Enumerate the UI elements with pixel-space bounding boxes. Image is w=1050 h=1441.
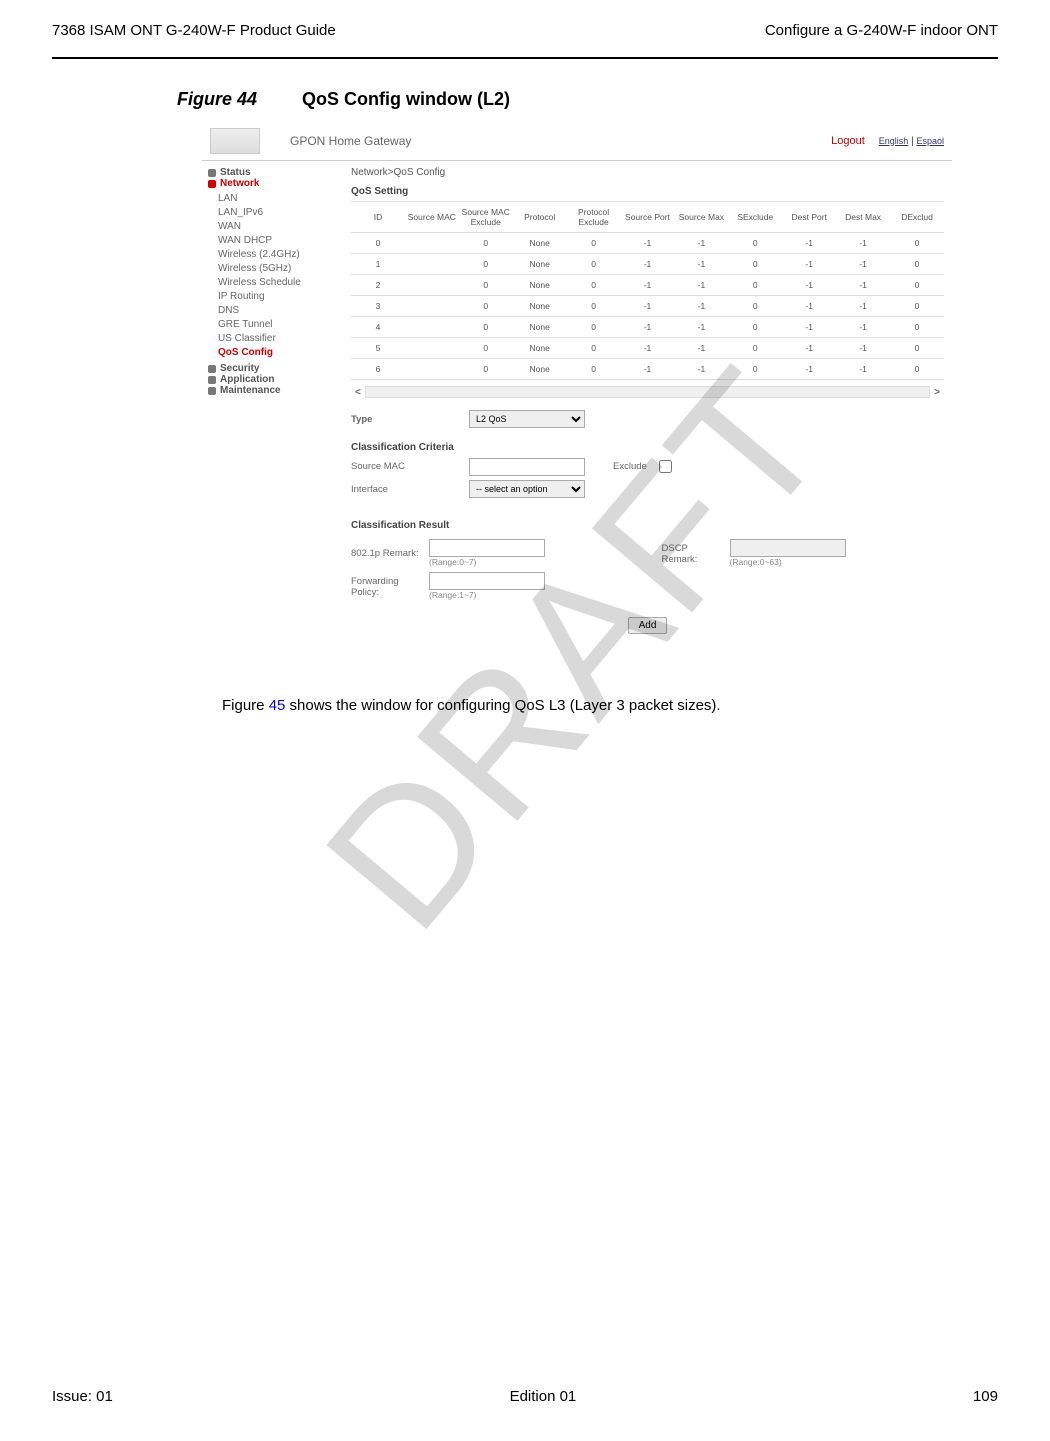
- footer-page-number: 109: [973, 1388, 998, 1405]
- nav-application[interactable]: Application: [208, 374, 343, 385]
- nav-qos-config[interactable]: QoS Config: [218, 345, 343, 359]
- source-mac-label: Source MAC: [351, 461, 461, 472]
- type-select[interactable]: L2 QoS: [469, 410, 585, 428]
- doc-header-left: 7368 ISAM ONT G-240W-F Product Guide: [52, 22, 336, 39]
- forwarding-policy-label: Forwarding Policy:: [351, 576, 421, 598]
- footer-issue: Issue: 01: [52, 1388, 113, 1405]
- dscp-remark-label: DSCP Remark:: [662, 543, 722, 565]
- type-label: Type: [351, 414, 461, 425]
- figure-caption: Figure 44 QoS Config window (L2): [177, 89, 998, 110]
- table-row[interactable]: 50None0-1-10-1-10: [351, 338, 944, 359]
- table-row[interactable]: 30None0-1-10-1-10: [351, 296, 944, 317]
- nav-network[interactable]: Network: [208, 178, 343, 189]
- scroll-track[interactable]: [365, 386, 930, 398]
- logout-link[interactable]: Logout: [831, 135, 865, 147]
- sidebar-nav: Status Network LAN LAN_IPv6 WAN WAN DHCP…: [202, 161, 343, 652]
- gear-icon: [208, 180, 216, 188]
- table-row[interactable]: 20None0-1-10-1-10: [351, 275, 944, 296]
- 8021p-range: (Range:0~7): [429, 557, 477, 567]
- scroll-right-button[interactable]: >: [930, 387, 944, 398]
- nav-wireless-5[interactable]: Wireless (5GHz): [218, 261, 343, 275]
- fp-range: (Range:1~7): [429, 590, 477, 600]
- doc-header-right: Configure a G-240W-F indoor ONT: [765, 22, 998, 39]
- interface-label: Interface: [351, 484, 461, 495]
- table-hscroll: < >: [351, 386, 944, 398]
- table-row[interactable]: 10None0-1-10-1-10: [351, 254, 944, 275]
- interface-select[interactable]: -- select an option: [469, 480, 585, 498]
- nav-wireless-schedule[interactable]: Wireless Schedule: [218, 275, 343, 289]
- language-switch: English | Espaol: [879, 136, 944, 147]
- nav-wan[interactable]: WAN: [218, 219, 343, 233]
- nav-lan-ipv6[interactable]: LAN_IPv6: [218, 205, 343, 219]
- qos-setting-heading: QoS Setting: [351, 186, 944, 197]
- classification-result-heading: Classification Result: [351, 520, 944, 531]
- table-row[interactable]: 40None0-1-10-1-10: [351, 317, 944, 338]
- lang-english-link[interactable]: English: [879, 136, 909, 146]
- app-header: GPON Home Gateway Logout English | Espao…: [202, 122, 952, 161]
- table-row[interactable]: 00None0-1-10-1-10: [351, 233, 944, 254]
- gear-icon: [208, 365, 216, 373]
- main-panel: Network>QoS Config QoS Setting ID Source…: [343, 161, 952, 652]
- body-paragraph: Figure 45 shows the window for configuri…: [222, 697, 998, 714]
- source-mac-input[interactable]: [469, 458, 585, 476]
- exclude-label: Exclude: [613, 461, 647, 472]
- classification-criteria-heading: Classification Criteria: [351, 442, 944, 453]
- footer-edition: Edition 01: [510, 1388, 577, 1405]
- breadcrumb: Network>QoS Config: [351, 167, 944, 178]
- 8021p-remark-input[interactable]: [429, 539, 545, 557]
- figure-label: Figure 44: [177, 89, 257, 109]
- nav-status[interactable]: Status: [208, 167, 343, 178]
- nav-wireless-24[interactable]: Wireless (2.4GHz): [218, 247, 343, 261]
- nav-lan[interactable]: LAN: [218, 191, 343, 205]
- scroll-left-button[interactable]: <: [351, 387, 365, 398]
- nav-security[interactable]: Security: [208, 363, 343, 374]
- nav-us-classifier[interactable]: US Classifier: [218, 331, 343, 345]
- nav-ip-routing[interactable]: IP Routing: [218, 289, 343, 303]
- qos-table-header-row: ID Source MAC Source MAC Exclude Protoco…: [351, 202, 944, 233]
- table-row[interactable]: 60None0-1-10-1-10: [351, 359, 944, 380]
- forwarding-policy-input[interactable]: [429, 572, 545, 590]
- gear-icon: [208, 376, 216, 384]
- vendor-logo: [210, 128, 260, 154]
- nav-gre-tunnel[interactable]: GRE Tunnel: [218, 317, 343, 331]
- dscp-range: (Range:0~63): [730, 557, 782, 567]
- qos-table: ID Source MAC Source MAC Exclude Protoco…: [351, 201, 944, 380]
- nav-dns[interactable]: DNS: [218, 303, 343, 317]
- figure-45-link[interactable]: 45: [269, 697, 286, 714]
- nav-wan-dhcp[interactable]: WAN DHCP: [218, 233, 343, 247]
- col-id: ID: [351, 202, 405, 233]
- gear-icon: [208, 387, 216, 395]
- header-rule: [52, 57, 998, 59]
- exclude-checkbox[interactable]: [659, 460, 672, 473]
- figure-title: QoS Config window (L2): [302, 89, 510, 109]
- nav-maintenance[interactable]: Maintenance: [208, 385, 343, 396]
- lang-espanol-link[interactable]: Espaol: [916, 136, 944, 146]
- app-title: GPON Home Gateway: [260, 134, 831, 148]
- add-button[interactable]: Add: [628, 617, 668, 634]
- page-footer: Issue: 01 Edition 01 109: [52, 1388, 998, 1405]
- screenshot-qos-config: GPON Home Gateway Logout English | Espao…: [202, 122, 952, 652]
- 8021p-remark-label: 802.1p Remark:: [351, 548, 421, 559]
- gear-icon: [208, 169, 216, 177]
- dscp-remark-input[interactable]: [730, 539, 846, 557]
